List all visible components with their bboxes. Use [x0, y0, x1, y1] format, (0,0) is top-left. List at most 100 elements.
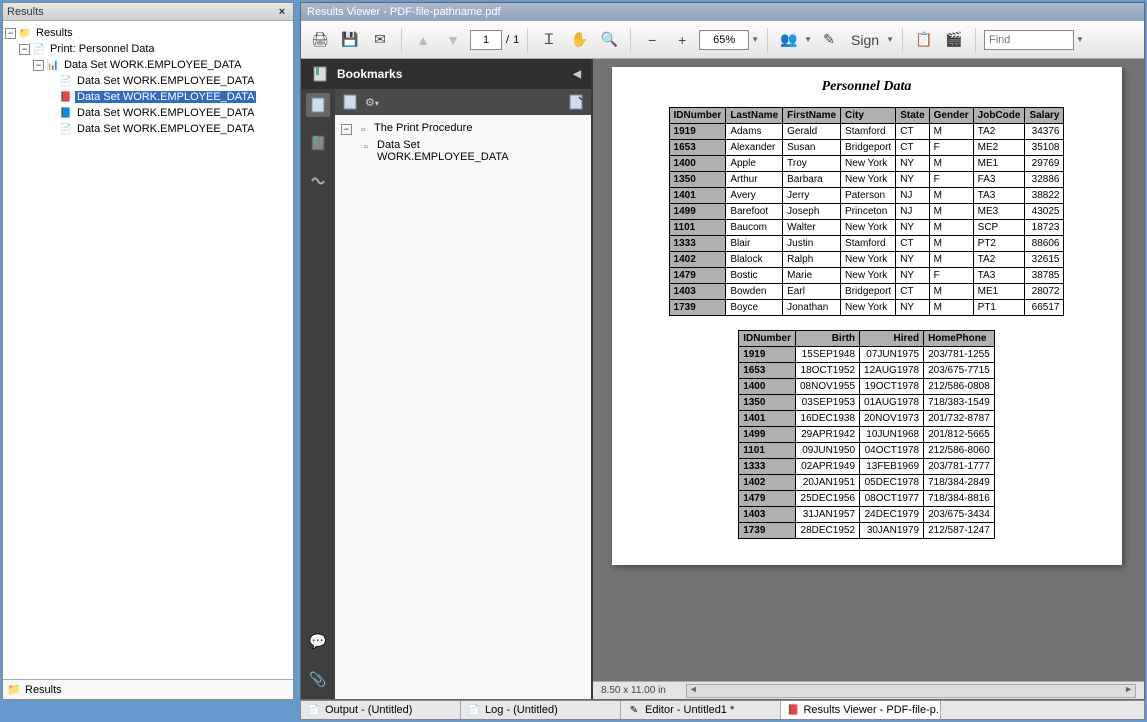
table-cell: 212/586-0808 [924, 379, 995, 395]
table-cell: 10JUN1968 [860, 427, 924, 443]
tree-child-label: Data Set WORK.EMPLOYEE_DATA [75, 123, 256, 135]
table-cell: FA3 [973, 172, 1025, 188]
table-cell: 203/781-1777 [924, 459, 995, 475]
viewer-toolbar: 🖨 💾 ✉ ▲ ▼ / 1 Ꮖ ✋ 🔍 − + ▼ 👥 ▼ ✎ Sign ▼ 📋… [301, 21, 1144, 59]
tree-child[interactable]: 📄Data Set WORK.EMPLOYEE_DATA [5, 73, 291, 89]
bookmarks-tree[interactable]: − ▫ The Print Procedure ▫ Data Set WORK.… [335, 115, 591, 699]
table-header: Salary [1025, 108, 1064, 124]
table-cell: NY [896, 252, 929, 268]
bookmarks-collapse-icon[interactable]: ◀ [573, 69, 581, 80]
table-cell: 212/586-8060 [924, 443, 995, 459]
table-cell: Avery [726, 188, 783, 204]
page-thumbnails-icon[interactable] [306, 93, 330, 117]
page-down-icon[interactable]: ▼ [440, 27, 466, 53]
results-close-icon[interactable]: × [275, 6, 289, 18]
email-icon[interactable]: ✉ [367, 27, 393, 53]
results-tree[interactable]: − 📁 Results − 📄 Print: Personnel Data − … [3, 21, 293, 679]
bottombar-tab[interactable]: ✎Editor - Untitled1 * [621, 701, 781, 719]
tree-child[interactable]: 📕Data Set WORK.EMPLOYEE_DATA [5, 89, 291, 105]
table-cell: 1333 [669, 236, 726, 252]
table-cell: Marie [783, 268, 841, 284]
pdf-scroll[interactable]: Personnel Data IDNumberLastNameFirstName… [603, 67, 1130, 677]
table-cell: 203/675-3434 [924, 507, 995, 523]
expander-icon[interactable]: − [341, 124, 352, 135]
tree-child[interactable]: 📄Data Set WORK.EMPLOYEE_DATA [5, 121, 291, 137]
pdf-horizontal-scrollbar[interactable] [686, 684, 1136, 698]
select-tool-icon[interactable]: Ꮖ [536, 27, 562, 53]
bookmarks-tab-icon[interactable] [306, 131, 330, 155]
table-cell: 19OCT1978 [860, 379, 924, 395]
page-up-icon[interactable]: ▲ [410, 27, 436, 53]
table-cell: Alexander [726, 140, 783, 156]
bookmark-root[interactable]: − ▫ The Print Procedure [341, 121, 585, 138]
table-cell: Jonathan [783, 300, 841, 316]
bookmark-options-icon[interactable]: ⚙▾ [365, 96, 379, 109]
find-dropdown-icon[interactable]: ▼ [1076, 35, 1084, 44]
bottombar-tab[interactable]: 📄Log - (Untitled) [461, 701, 621, 719]
multimedia-icon[interactable]: 🎬 [941, 27, 967, 53]
tree-root-label: Results [34, 27, 75, 39]
table-cell: 24DEC1979 [860, 507, 924, 523]
table-row: 1479BosticMarieNew YorkNYFTA338785 [669, 268, 1064, 284]
table-cell: CT [896, 236, 929, 252]
table-cell: ME3 [973, 204, 1025, 220]
expander-icon[interactable]: − [33, 60, 44, 71]
zoom-dropdown-icon[interactable]: ▼ [751, 35, 759, 44]
table-cell: NY [896, 300, 929, 316]
table-cell: 18723 [1025, 220, 1064, 236]
zoom-in-icon[interactable]: + [669, 27, 695, 53]
table-cell: 718/384-8816 [924, 491, 995, 507]
table-cell: 29769 [1025, 156, 1064, 172]
page-current-input[interactable] [470, 30, 502, 50]
table-header: LastName [726, 108, 783, 124]
collaborate-icon[interactable]: 👥 [776, 27, 802, 53]
bookmark-child[interactable]: ▫ Data Set WORK.EMPLOYEE_DATA [341, 138, 585, 164]
sign-dropdown-icon[interactable]: ▼ [886, 35, 894, 44]
print-icon[interactable]: 🖨 [307, 27, 333, 53]
marquee-zoom-icon[interactable]: 🔍 [596, 27, 622, 53]
table-cell: Stamford [841, 236, 896, 252]
table-cell: 1401 [739, 411, 796, 427]
table-cell: PT1 [973, 300, 1025, 316]
signatures-icon[interactable] [306, 169, 330, 193]
tree-child[interactable]: 📘Data Set WORK.EMPLOYEE_DATA [5, 105, 291, 121]
table-cell: 07JUN1975 [860, 347, 924, 363]
results-bottom-tab[interactable]: 📁 Results [3, 679, 293, 699]
pdf-statusbar: 8.50 x 11.00 in [593, 681, 1144, 699]
tree-dataset-node[interactable]: − 📊 Data Set WORK.EMPLOYEE_DATA [5, 57, 291, 73]
table-cell: ME1 [973, 156, 1025, 172]
zoom-input[interactable] [699, 30, 749, 50]
sign-button[interactable]: Sign [846, 27, 884, 53]
results-panel: Results × − 📁 Results − 📄 Print: Personn… [2, 2, 294, 700]
hand-tool-icon[interactable]: ✋ [566, 27, 592, 53]
collaborate-dropdown-icon[interactable]: ▼ [804, 35, 812, 44]
comments-icon[interactable]: 💬 [306, 629, 330, 653]
tree-print-node[interactable]: − 📄 Print: Personnel Data [5, 41, 291, 57]
table-row: 1653AlexanderSusanBridgeportCTFME235108 [669, 140, 1064, 156]
expander-icon[interactable]: − [5, 28, 16, 39]
highlight-icon[interactable]: ✎ [816, 27, 842, 53]
expander-icon[interactable]: − [19, 44, 30, 55]
new-bookmark-icon[interactable] [343, 94, 357, 110]
table-cell: Walter [783, 220, 841, 236]
zoom-out-icon[interactable]: − [639, 27, 665, 53]
pdf-area: Personnel Data IDNumberLastNameFirstName… [593, 59, 1144, 699]
attachments-icon[interactable]: 📎 [306, 667, 330, 691]
forms-icon[interactable]: 📋 [911, 27, 937, 53]
table-header: IDNumber [739, 331, 796, 347]
table-cell: 1333 [739, 459, 796, 475]
bookmark-expand-icon[interactable] [569, 94, 583, 110]
table-cell: M [929, 220, 973, 236]
tree-root[interactable]: − 📁 Results [5, 25, 291, 41]
table-row: 110109JUN195004OCT1978212/586-8060 [739, 443, 995, 459]
table-cell: 12AUG1978 [860, 363, 924, 379]
find-input[interactable] [984, 30, 1074, 50]
bottombar-tab[interactable]: 📄Output - (Untitled) [301, 701, 461, 719]
bookmarks-panel: Bookmarks ◀ 💬 📎 [301, 59, 593, 699]
save-icon[interactable]: 💾 [337, 27, 363, 53]
bottombar-tab[interactable]: 📕Results Viewer - PDF-file-p... [781, 701, 941, 719]
tree-print-label: Print: Personnel Data [48, 43, 157, 55]
table-row: 173928DEC195230JAN1979212/587-1247 [739, 523, 995, 539]
table-cell: 1919 [739, 347, 796, 363]
table-cell: NY [896, 172, 929, 188]
